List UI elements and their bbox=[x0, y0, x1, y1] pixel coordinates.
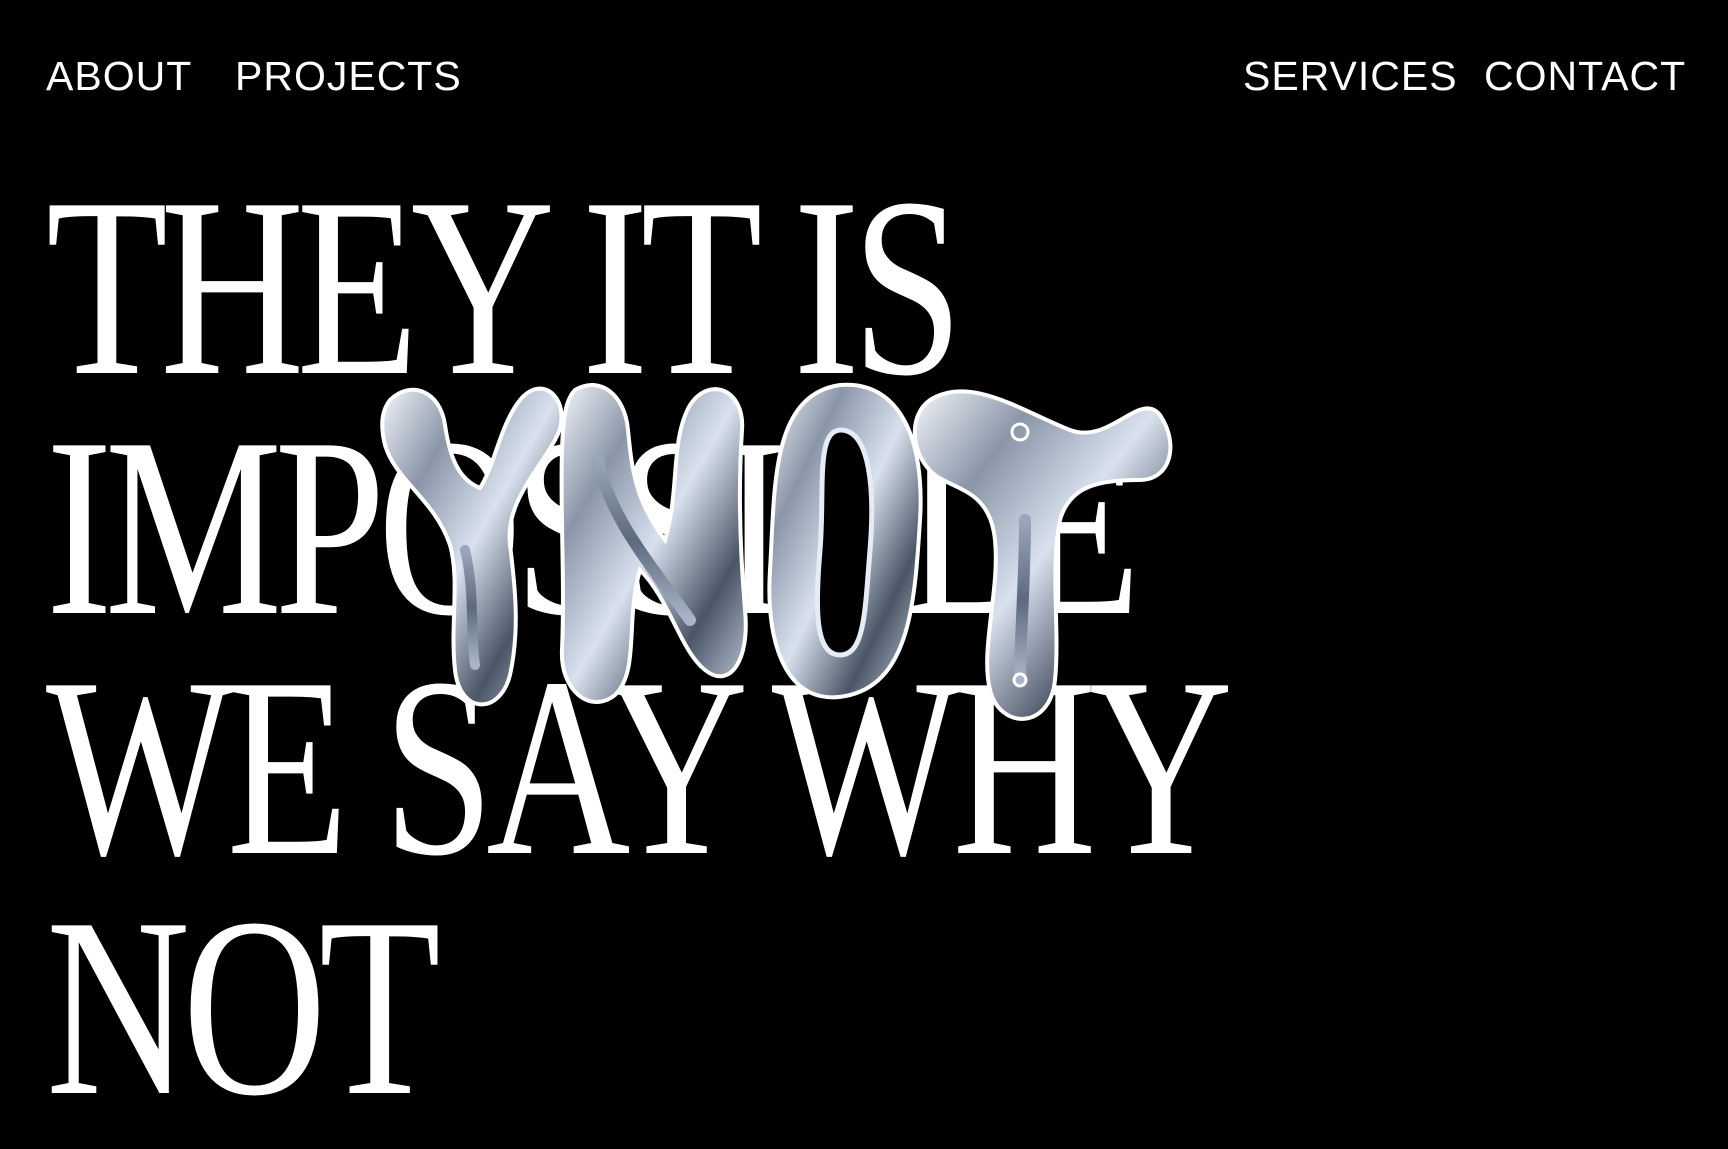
nav-about-link[interactable]: ABOUT bbox=[46, 52, 192, 100]
chrome-letter-o bbox=[767, 382, 923, 700]
nav-services-link[interactable]: SERVICES bbox=[1243, 52, 1458, 100]
nav-contact-link[interactable]: CONTACT bbox=[1484, 52, 1686, 100]
nav-projects-link[interactable]: PROJECTS bbox=[235, 52, 462, 100]
chrome-letter-t bbox=[912, 389, 1173, 721]
chrome-ynot-3d-lettering bbox=[370, 370, 1270, 820]
hero-line-4: NOT bbox=[46, 866, 441, 1149]
chrome-letter-y bbox=[380, 386, 564, 707]
chrome-lettering-graphic bbox=[380, 382, 1173, 721]
chrome-letter-n bbox=[559, 383, 748, 704]
top-nav: ABOUT PROJECTS SERVICES CONTACT bbox=[0, 0, 1728, 160]
